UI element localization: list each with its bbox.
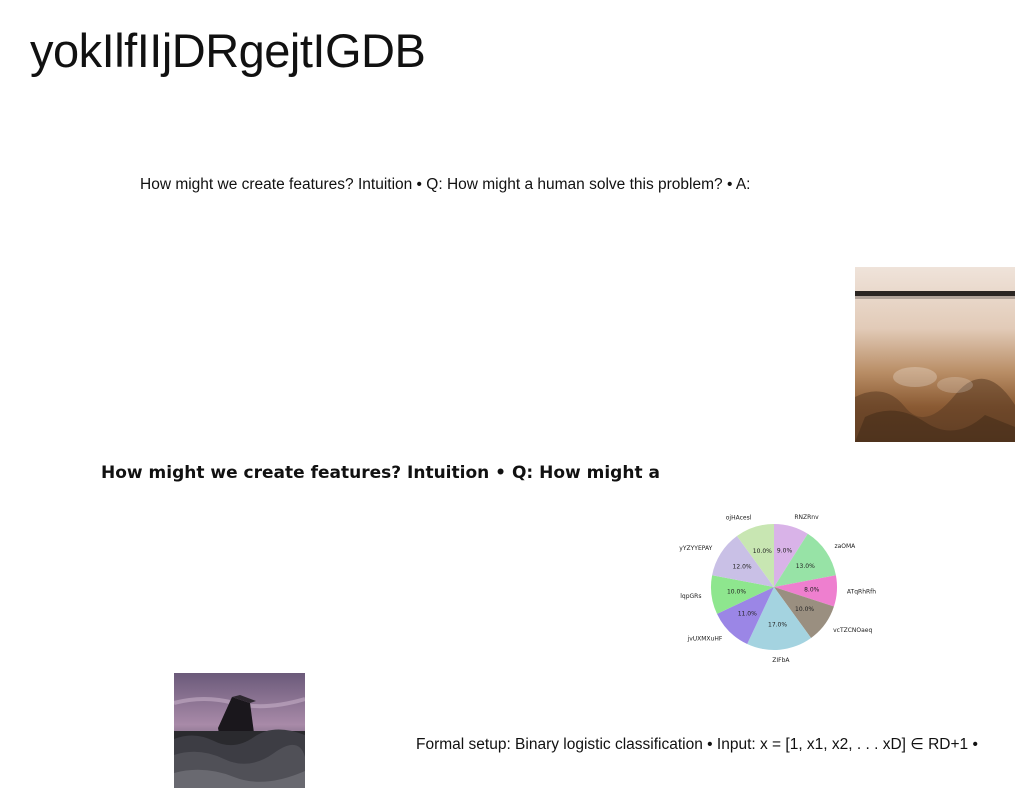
pie-category-label: zaOMA: [834, 543, 856, 550]
pie-pct-label: 12.0%: [733, 564, 752, 571]
intuition-heading: How might we create features? Intuition …: [101, 463, 660, 483]
pie-pct-label: 17.0%: [768, 622, 787, 629]
formal-setup-text: Formal setup: Binary logistic classifica…: [416, 736, 978, 753]
pie-category-label: yYZYYEPAY: [679, 545, 712, 552]
house-photo: [174, 673, 305, 788]
pie-category-label: jvUXMXuHF: [687, 636, 723, 643]
pie-category-label: RNZRnv: [794, 514, 819, 521]
pie-category-label: ojHAcesl: [726, 514, 752, 521]
pie-pct-label: 8.0%: [804, 586, 820, 593]
pie-pct-label: 9.0%: [777, 548, 793, 555]
pie-category-label: vcTZCNOaeq: [833, 627, 872, 634]
liquid-photo: [855, 267, 1015, 442]
pie-chart: 9.0% 13.0% 8.0% 10.0% 17.0% 11.0% 10.0% 12.0% 10…: [679, 514, 876, 664]
pie-category-label: ATqRhRfh: [847, 589, 876, 596]
pie-pct-label: 13.0%: [796, 563, 815, 570]
pie-pct-label: 10.0%: [795, 606, 814, 613]
pie-pct-label: 10.0%: [727, 589, 746, 596]
pie-pct-label: 11.0%: [738, 611, 757, 618]
pie-pct-label: 10.0%: [753, 548, 772, 555]
slide-title: yokIlfIIjDRgejtIGDB: [30, 24, 426, 77]
intuition-question-text: How might we create features? Intuition …: [140, 176, 751, 193]
pie-category-label: ZIFbA: [772, 657, 790, 664]
pie-category-label: lqpGRs: [680, 593, 701, 600]
